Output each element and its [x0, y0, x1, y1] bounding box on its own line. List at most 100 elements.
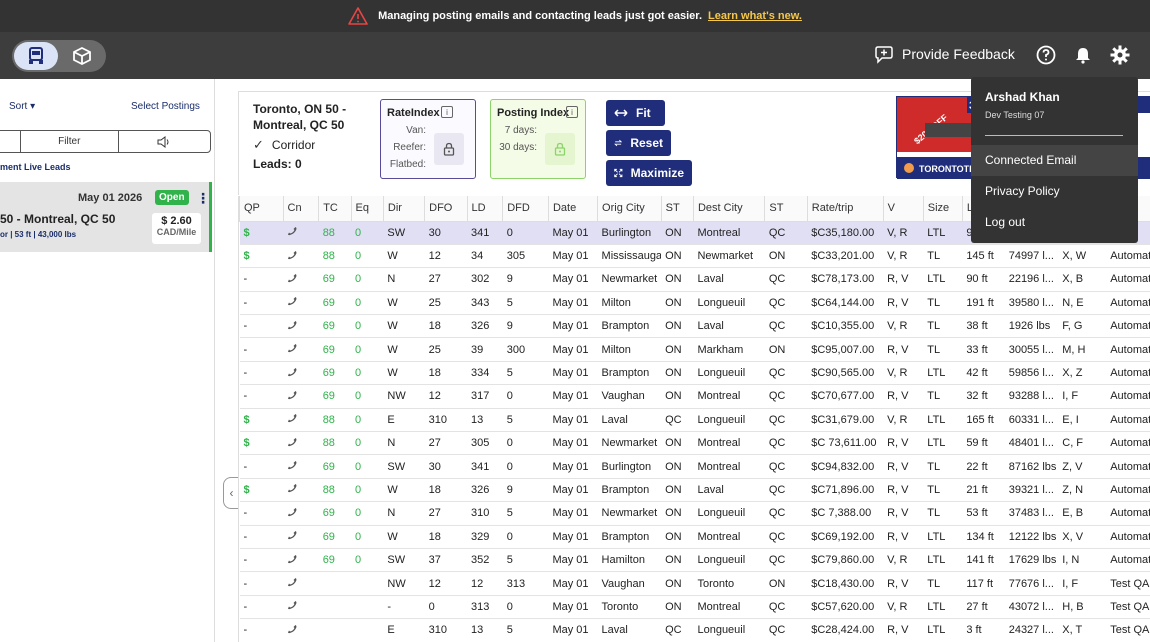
- weight-cell: 30055 l...: [1004, 337, 1059, 362]
- table-row[interactable]: - 69 0 W 18 326 9 May 01 Brampton ON Laval QC $C10,3…: [239, 314, 1150, 339]
- eq-cell: [351, 595, 384, 620]
- col-header[interactable]: DFD: [502, 196, 549, 222]
- col-header[interactable]: TC: [318, 196, 352, 222]
- menu-item-log-out[interactable]: Log out: [985, 215, 1025, 229]
- more-options-icon[interactable]: ⋮: [196, 191, 210, 205]
- info-icon[interactable]: i: [441, 106, 453, 118]
- contact-cell[interactable]: [283, 595, 319, 620]
- table-row[interactable]: - 69 0 W 25 343 5 May 01 Milton ON Longueuil QC $C64…: [239, 291, 1150, 316]
- weight-cell: 12122 lbs: [1004, 525, 1059, 549]
- dest-city-cell: Longueuil: [693, 548, 765, 573]
- menu-item-privacy-policy[interactable]: Privacy Policy: [985, 184, 1060, 198]
- orig-st-cell: QC: [661, 618, 694, 642]
- date-cell: May 01: [548, 478, 598, 503]
- contact-cell[interactable]: [283, 361, 319, 386]
- maximize-button[interactable]: Maximize: [606, 160, 692, 186]
- col-header[interactable]: ST: [660, 196, 694, 222]
- orig-city-cell: Vaughan: [597, 384, 662, 409]
- dfd-cell: 0: [502, 384, 549, 409]
- col-header[interactable]: Size: [922, 196, 963, 222]
- table-row[interactable]: - 69 0 N 27 302 9 May 01 Newmarket ON Laval QC $C78,…: [239, 267, 1150, 292]
- eq-cell: 0: [351, 501, 384, 526]
- info-icon[interactable]: i: [566, 106, 578, 118]
- date-cell: May 01: [548, 501, 598, 526]
- posting-index-lock[interactable]: [545, 133, 575, 165]
- contact-cell[interactable]: [283, 431, 319, 456]
- contact-cell[interactable]: [283, 501, 319, 526]
- col-header[interactable]: Dir: [382, 196, 425, 222]
- notifications-button[interactable]: [1072, 44, 1094, 66]
- sort-dropdown[interactable]: Sort ▾: [9, 101, 35, 112]
- truck-mode-button[interactable]: [14, 42, 58, 70]
- contact-cell[interactable]: [283, 314, 319, 339]
- sound-toggle[interactable]: [119, 131, 210, 152]
- contact-cell[interactable]: [283, 548, 319, 573]
- contact-cell[interactable]: [283, 291, 319, 316]
- filter-segment-left[interactable]: [0, 131, 21, 152]
- lane-card[interactable]: May 01 2026 Open ⋮ 50 - Montreal, QC 50 …: [0, 182, 212, 252]
- reset-button[interactable]: Reset: [606, 130, 671, 156]
- table-row[interactable]: $88 0 W 18 326 9 May 01 Brampton ON Laval QC $C71,8…: [239, 478, 1150, 503]
- help-button[interactable]: [1035, 44, 1057, 66]
- mode-toggle[interactable]: [12, 40, 106, 72]
- contact-cell[interactable]: [283, 384, 319, 409]
- orig-city-cell: Newmarket: [597, 431, 662, 456]
- contact-cell[interactable]: [283, 571, 319, 596]
- settings-button[interactable]: [1109, 44, 1131, 66]
- col-header[interactable]: Cn: [282, 196, 319, 222]
- qp-cell: $: [239, 221, 283, 245]
- table-row[interactable]: - 69 0 SW 37 352 5 May 01 Hamilton ON Longueuil QC $…: [239, 548, 1150, 573]
- provide-feedback-button[interactable]: Provide Feedback: [874, 44, 1015, 64]
- contact-cell[interactable]: [283, 618, 319, 642]
- table-row[interactable]: -69 0 NW 12 317 0 May 01 Vaughan ON Montreal QC $C7…: [239, 384, 1150, 409]
- col-header[interactable]: V: [882, 196, 924, 222]
- col-header[interactable]: ST: [764, 196, 808, 222]
- table-row[interactable]: - NW 12 12 313 May 01 Vaughan ON Toronto ON $C18,4…: [239, 571, 1150, 596]
- contact-cell[interactable]: [283, 525, 319, 549]
- dfo-cell: 25: [424, 337, 468, 362]
- corridor-checkbox[interactable]: ✓ Corridor: [253, 137, 315, 153]
- table-row[interactable]: -69 0 W 18 329 0 May 01 Brampton ON Montreal QC $C6…: [239, 525, 1150, 549]
- col-header[interactable]: Date: [547, 196, 598, 222]
- size-cell: LTL: [923, 525, 963, 549]
- select-postings-button[interactable]: Select Postings: [131, 101, 200, 112]
- menu-item-connected-email[interactable]: Connected Email: [985, 153, 1076, 167]
- ld-cell: 13: [467, 408, 503, 433]
- table-row[interactable]: -69 0 W 25 39 300 May 01 Milton ON Markham ON $C95,…: [239, 337, 1150, 362]
- col-header[interactable]: Rate/trip: [806, 196, 884, 222]
- table-row[interactable]: - -0 313 0 May 01 Toronto ON Montreal QC $C57,620…: [239, 595, 1150, 620]
- contact-cell[interactable]: [283, 337, 319, 362]
- route-line-2: Montreal, QC 50: [253, 118, 345, 132]
- col-header[interactable]: Dest City: [692, 196, 765, 222]
- table-row[interactable]: - E 310 13 5 May 01 Laval QC Longueuil QC $C28,424…: [239, 618, 1150, 642]
- fit-button[interactable]: Fit: [606, 100, 665, 126]
- table-row[interactable]: $88 0 W 12 34 305 May 01 Mississauga ON Newmarket…: [239, 244, 1150, 269]
- rate-index-lock[interactable]: [434, 133, 464, 165]
- contact-cell[interactable]: [283, 454, 319, 479]
- phone-icon: [288, 414, 297, 423]
- col-header[interactable]: LD: [466, 196, 503, 222]
- notes-cell: Automation Q...: [1106, 501, 1150, 526]
- contact-cell[interactable]: [283, 408, 319, 433]
- tc-cell: 69: [318, 384, 352, 409]
- table-row[interactable]: - 69 0 W 18 334 5 May 01 Brampton ON Longueuil QC $C…: [239, 361, 1150, 386]
- table-row[interactable]: $88 0 N 27 305 0 May 01 Newmarket ON Montreal QC $C…: [239, 431, 1150, 456]
- size-cell: TL: [923, 314, 963, 339]
- table-row[interactable]: $88 0 E 310 13 5 May 01 Laval QC Longueuil QC $C31,…: [239, 408, 1150, 433]
- contact-cell[interactable]: [283, 244, 319, 269]
- collapse-panel-button[interactable]: ‹: [223, 477, 239, 509]
- notes-cell: Automation Q...: [1106, 361, 1150, 386]
- contact-cell[interactable]: [283, 478, 319, 503]
- col-header[interactable]: DFO: [424, 196, 468, 222]
- col-header[interactable]: QP: [239, 196, 283, 222]
- col-header[interactable]: Eq: [350, 196, 384, 222]
- col-header[interactable]: Orig City: [597, 196, 662, 222]
- contact-cell[interactable]: [283, 267, 319, 292]
- contact-cell[interactable]: [283, 221, 319, 245]
- filter-button[interactable]: Filter: [21, 131, 119, 152]
- reset-label: Reset: [630, 136, 663, 150]
- banner-link[interactable]: Learn what's new.: [708, 10, 802, 22]
- freight-mode-button[interactable]: [60, 42, 104, 70]
- table-row[interactable]: - 69 0 N 27 310 5 May 01 Newmarket ON Longueuil QC $…: [239, 501, 1150, 526]
- table-row[interactable]: -69 0 SW 30 341 0 May 01 Burlington ON Montreal QC…: [239, 454, 1150, 479]
